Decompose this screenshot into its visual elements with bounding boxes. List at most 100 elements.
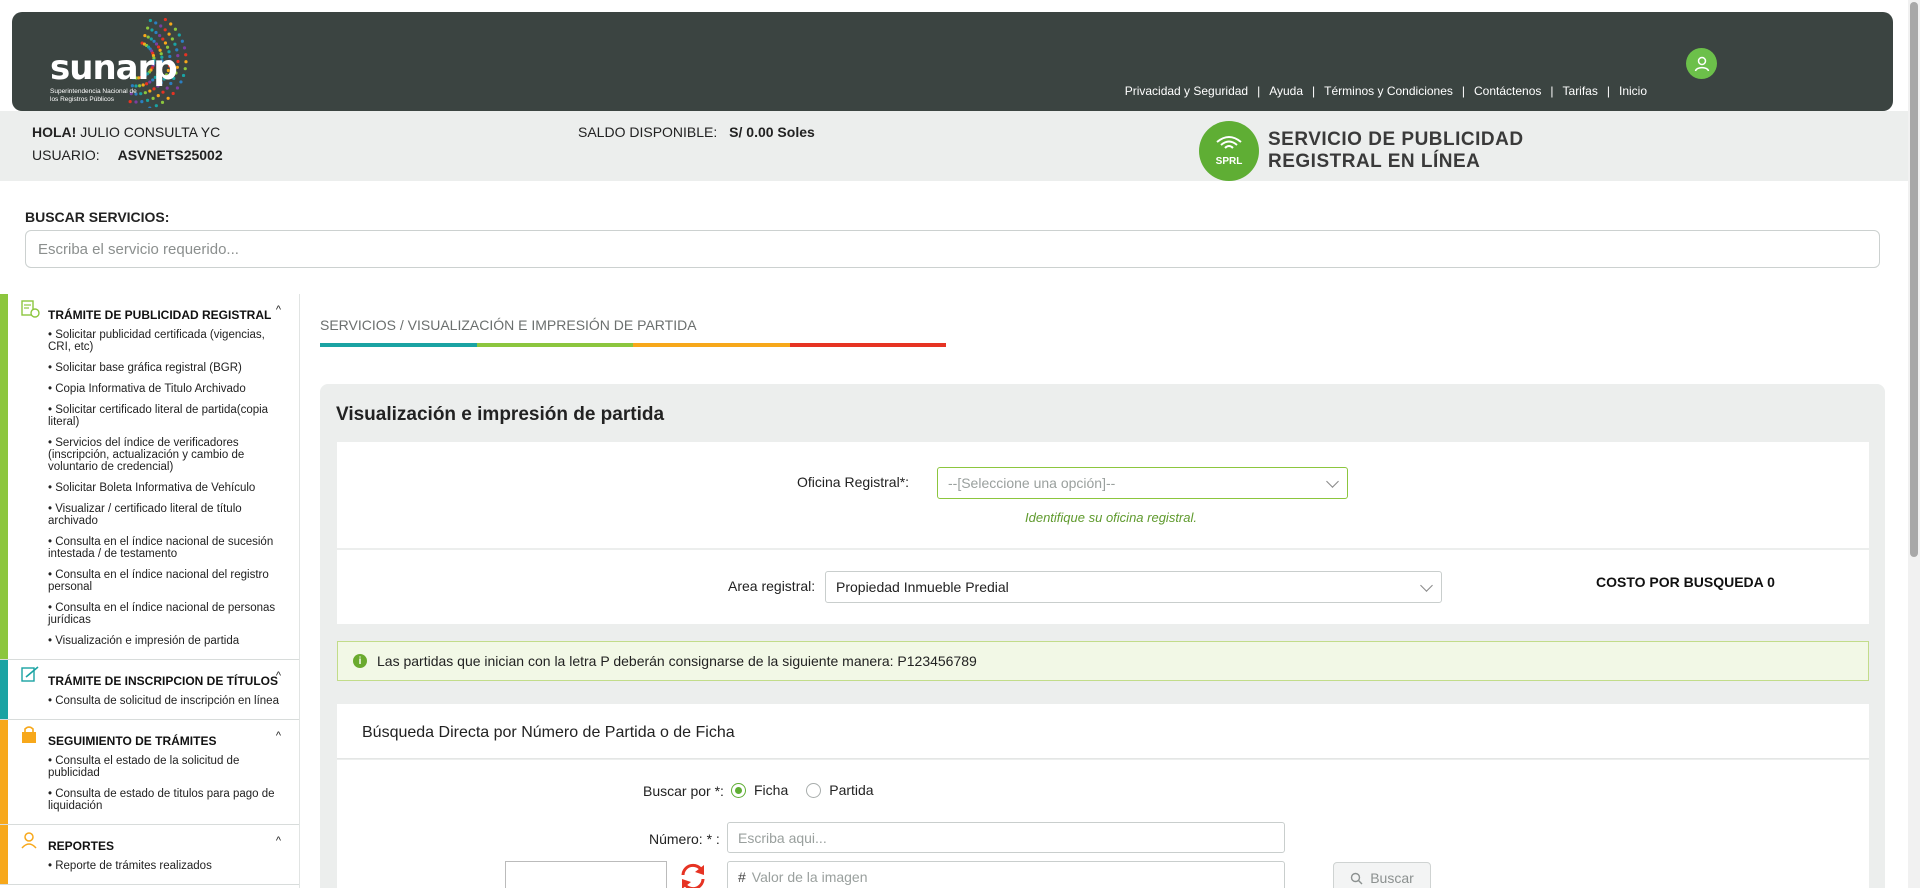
sidebar-item-certificado-literal[interactable]: • Solicitar certificado literal de parti… [48,401,285,434]
user-menu-button[interactable] [1686,48,1717,79]
report-user-icon [21,832,37,849]
oficina-select[interactable]: --[Seleccione una opción]-- [937,467,1348,499]
sidebar-section-title[interactable]: REPORTES [48,839,285,853]
oficina-label: Oficina Registral*: [797,474,910,490]
username-value: ASVNETS25002 [117,147,223,163]
chevron-down-icon [1326,475,1339,488]
color-segment [633,343,790,347]
radio-ficha[interactable]: Ficha [731,782,788,798]
section-color-bar [0,720,8,824]
section-color-bar [0,660,8,719]
numero-input[interactable]: Escriba aqui... [727,822,1285,853]
balance-value: S/ 0.00 Soles [729,124,815,140]
section-title: Búsqueda Directa por Número de Partida o… [362,724,735,741]
color-segment [789,343,946,347]
greeting-name: JULIO CONSULTA YC [80,124,221,140]
greeting-label: HOLA! [32,124,77,140]
radio-partida-circle[interactable] [806,782,822,798]
username-row: USUARIO: ASVNETS25002 [32,147,223,163]
chevron-up-icon[interactable]: ^ [276,835,281,847]
breadcrumb: SERVICIOS / VISUALIZACIÓN E IMPRESIÓN DE… [320,317,697,333]
oficina-select-value: --[Seleccione una opción]-- [948,475,1116,491]
sidebar-section-inscripcion: TRÁMITE DE INSCRIPCION DE TÍTULOS ^ • Co… [0,660,299,720]
area-select[interactable]: Propiedad Inmueble Predial [825,571,1442,603]
folder-lock-icon [22,726,36,743]
sidebar-item-boleta-vehiculo[interactable]: • Solicitar Boleta Informativa de Vehícu… [48,479,285,500]
sidebar-item-copia-titulo[interactable]: • Copia Informativa de Titulo Archivado [48,380,285,401]
section-color-bar [0,825,8,884]
nav-terminos[interactable]: Términos y Condiciones [1324,84,1453,98]
oficina-hint: Identifique su oficina registral. [1025,510,1197,525]
sprl-badge: SPRL [1199,121,1259,181]
top-nav: Privacidad y Seguridad | Ayuda | Término… [1125,84,1647,98]
chevron-up-icon[interactable]: ^ [276,304,281,316]
sidebar-item-inscripcion-linea[interactable]: • Consulta de solicitud de inscripción e… [48,692,285,713]
hash-icon: # [738,868,746,885]
radio-partida-label: Partida [829,782,874,798]
document-check-icon [21,300,40,318]
sidebar-section-title[interactable]: TRÁMITE DE INSCRIPCION DE TÍTULOS [48,674,285,688]
color-segment [476,343,633,347]
nav-inicio[interactable]: Inicio [1619,84,1647,98]
chevron-up-icon[interactable]: ^ [276,670,281,682]
sidebar-section-title[interactable]: SEGUIMIENTO DE TRÁMITES [48,734,285,748]
area-card: Area registral: Propiedad Inmueble Predi… [337,550,1869,624]
sidebar-item-personas-juridicas[interactable]: • Consulta en el índice nacional de pers… [48,599,285,632]
sidebar-item-registro-personal[interactable]: • Consulta en el índice nacional del reg… [48,566,285,599]
sidebar-item-sucesion[interactable]: • Consulta en el índice nacional de suce… [48,533,285,566]
page-title: Visualización e impresión de partida [336,404,665,425]
nav-ayuda[interactable]: Ayuda [1269,84,1303,98]
area-select-value: Propiedad Inmueble Predial [836,579,1009,595]
sprl-badge-text: SPRL [1215,156,1243,167]
sunarp-logo[interactable]: sunarp Superintendencia Nacional de los … [36,18,206,108]
nav-separator: | [1257,84,1261,98]
captcha-placeholder: Valor de la imagen [751,868,868,885]
logo-text: sunarp [50,48,178,88]
nav-tarifas[interactable]: Tarifas [1563,84,1598,98]
sidebar-section-title[interactable]: TRÁMITE DE PUBLICIDAD REGISTRAL [48,308,285,322]
search-icon [1351,872,1363,884]
wifi-icon [1216,136,1242,149]
sidebar-section-reportes: REPORTES ^ • Reporte de trámites realiza… [0,825,299,885]
logo-subtitle: Superintendencia Nacional de los Registr… [50,88,137,103]
nav-privacidad[interactable]: Privacidad y Seguridad [1125,84,1248,98]
service-title: SERVICIO DE PUBLICIDAD REGISTRAL EN LÍNE… [1268,129,1524,172]
nav-contactenos[interactable]: Contáctenos [1474,84,1541,98]
edit-document-icon [21,666,39,682]
chevron-up-icon[interactable]: ^ [276,730,281,742]
balance: SALDO DISPONIBLE: S/ 0.00 Soles [578,124,815,140]
sidebar-section-publicidad: TRÁMITE DE PUBLICIDAD REGISTRAL ^ • Soli… [0,294,299,660]
user-info-strip: HOLA! JULIO CONSULTA YC USUARIO: ASVNETS… [0,111,1908,181]
sidebar-item-visualizacion-partida[interactable]: • Visualización e impresión de partida [48,632,285,653]
page-scrollbar[interactable] [1908,0,1920,888]
refresh-icon[interactable] [677,861,709,888]
service-search-input[interactable] [25,230,1880,268]
sidebar-item-reporte-tramites[interactable]: • Reporte de trámites realizados [48,857,285,878]
sidebar-item-estado-titulos[interactable]: • Consulta de estado de titulos para pag… [48,785,285,818]
sidebar-item-estado-publicidad[interactable]: • Consulta el estado de la solicitud de … [48,752,285,785]
radio-ficha-circle[interactable] [731,782,746,798]
info-icon: i [353,654,367,668]
captcha-input[interactable]: # Valor de la imagen [727,861,1285,888]
numero-placeholder: Escriba aqui... [738,829,827,846]
alert-text: Las partidas que inician con la letra P … [377,653,977,669]
buscar-button-label: Buscar [1370,870,1414,886]
sidebar-item-publicidad-certificada[interactable]: • Solicitar publicidad certificada (vige… [48,326,285,359]
sidebar-item-verificadores[interactable]: • Servicios del índice de verificadores … [48,434,285,479]
top-header: sunarp Superintendencia Nacional de los … [12,12,1893,111]
greeting: HOLA! JULIO CONSULTA YC [32,124,220,140]
oficina-card: Oficina Registral*: --[Seleccione una op… [337,442,1869,548]
section-color-bar [0,294,8,659]
scrollbar-thumb[interactable] [1910,2,1918,557]
sidebar-item-titulo-archivado[interactable]: • Visualizar / certificado literal de tí… [48,500,285,533]
chevron-down-icon [1420,579,1433,592]
buscar-por-radio-group: Ficha Partida [731,782,892,798]
costo-busqueda: COSTO POR BUSQUEDA 0 [1596,574,1775,590]
sidebar-item-bgr[interactable]: • Solicitar base gráfica registral (BGR) [48,359,285,380]
radio-partida[interactable]: Partida [806,782,874,798]
busqueda-header-card: Búsqueda Directa por Número de Partida o… [337,704,1869,759]
busqueda-form-card: Buscar por *: Ficha Partida Número: * : … [337,760,1869,888]
info-alert: i Las partidas que inician con la letra … [337,641,1869,681]
buscar-button[interactable]: Buscar [1333,862,1431,888]
numero-label: Número: * : [649,831,720,847]
